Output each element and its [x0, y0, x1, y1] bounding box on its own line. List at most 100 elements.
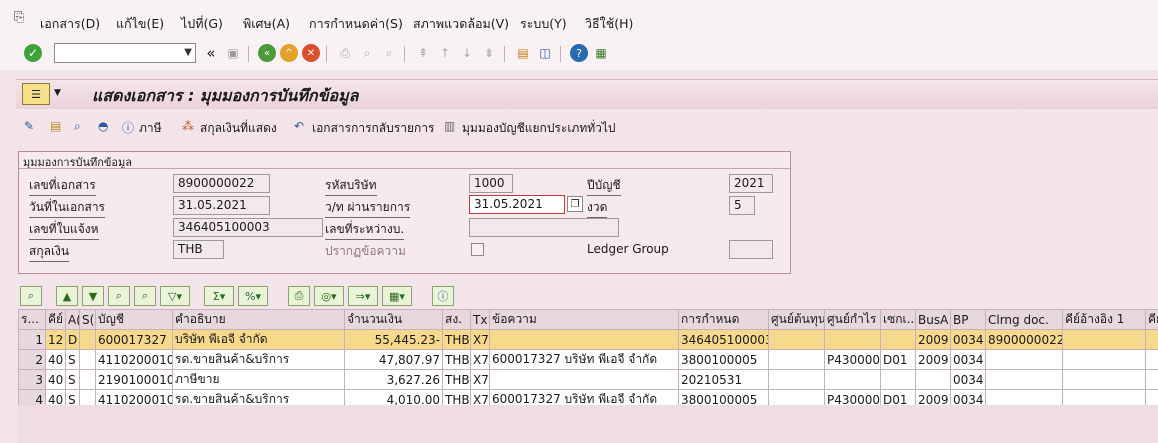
table-cell[interactable]: S [65, 369, 80, 390]
table-cell[interactable] [880, 329, 916, 350]
table-cell[interactable]: บริษัท พีเอจี จำกัด [172, 329, 345, 350]
fiscal-year-field[interactable]: 2021 [729, 174, 773, 193]
doc-date-field[interactable]: 31.05.2021 [173, 196, 270, 215]
table-cell[interactable]: 2009 [915, 349, 951, 370]
first-page-icon[interactable]: ⇞ [414, 44, 432, 62]
column-header[interactable]: บัญชี [95, 309, 173, 330]
column-header[interactable]: คีย์ [45, 309, 66, 330]
table-cell[interactable]: 3,627.26 [344, 369, 443, 390]
table-cell[interactable]: 600017327 [95, 329, 173, 350]
column-header[interactable]: การกำหนด [678, 309, 769, 330]
menu-edit[interactable]: แก้ไข(E) [116, 14, 164, 34]
print-icon[interactable]: ⎙ [288, 286, 310, 306]
search-icon[interactable]: ⌕ [74, 119, 81, 134]
column-header[interactable]: เซกเ... [880, 309, 916, 330]
column-header[interactable]: คำอธิบาย [172, 309, 345, 330]
menu-document[interactable]: เอกสาร(D) [40, 14, 100, 34]
table-cell[interactable] [880, 369, 916, 390]
table-cell[interactable] [79, 369, 96, 390]
posting-date-field[interactable]: 31.05.2021 [469, 195, 565, 214]
ledger-group-field[interactable] [729, 240, 773, 259]
new-session-icon[interactable]: ▤ [514, 44, 532, 62]
find-next-icon[interactable]: ⌕ [380, 44, 398, 62]
table-cell[interactable]: 20210531 [678, 369, 769, 390]
column-header[interactable]: สง. [442, 309, 471, 330]
table-cell[interactable]: 2 [18, 349, 46, 370]
table-cell[interactable]: 55,445.23- [344, 329, 443, 350]
table-row[interactable]: 2 40 S 4110200010 รด.ขายสินค้า&บริการ 47,807.… [18, 349, 1158, 370]
subtotal-icon[interactable]: %▾ [238, 286, 268, 306]
hat-icon[interactable]: ◓ [98, 119, 108, 133]
table-cell[interactable]: 2190100010 [95, 369, 173, 390]
table-cell[interactable]: 0034 [950, 329, 986, 350]
table-cell[interactable] [79, 329, 96, 350]
display-currency-button[interactable]: สกุลเงินที่แสดง [200, 119, 277, 138]
column-header[interactable]: A( [65, 309, 80, 330]
column-header[interactable]: BP [950, 309, 986, 330]
table-cell[interactable] [824, 369, 881, 390]
reference-field[interactable]: 346405100003 [173, 218, 323, 237]
exit-icon[interactable]: ^ [280, 44, 298, 62]
table-cell[interactable] [1062, 369, 1146, 390]
currency-field[interactable]: THB [173, 240, 224, 259]
ledger-view-icon[interactable]: ▥ [444, 119, 455, 133]
cancel-icon[interactable]: ✕ [302, 44, 320, 62]
table-cell[interactable] [489, 369, 679, 390]
table-cell[interactable]: THB [442, 349, 471, 370]
find-icon[interactable]: ⌕ [108, 286, 130, 306]
previous-page-icon[interactable]: ↑ [436, 44, 454, 62]
chevron-down-icon[interactable]: ▼ [54, 88, 61, 98]
table-cell[interactable]: D [65, 329, 80, 350]
table-cell[interactable]: S [65, 349, 80, 370]
info-icon[interactable]: ⓘ [122, 119, 134, 136]
views-icon[interactable]: ◎▾ [314, 286, 344, 306]
export-icon[interactable]: ⇒▾ [348, 286, 378, 306]
table-cell[interactable] [985, 369, 1063, 390]
table-cell[interactable] [768, 329, 825, 350]
table-cell[interactable]: รด.ขายสินค้า&บริการ [172, 349, 345, 370]
cross-company-field[interactable] [469, 218, 619, 237]
column-header[interactable]: BusA [915, 309, 951, 330]
company-code-field[interactable]: 1000 [469, 174, 513, 193]
table-cell[interactable] [1145, 369, 1158, 390]
menu-system[interactable]: ระบบ(Y) [520, 14, 567, 34]
table-cell[interactable]: 1 [18, 329, 46, 350]
column-header[interactable]: คีย์อ้างอิง 1 [1062, 309, 1146, 330]
table-cell[interactable] [915, 369, 951, 390]
collapse-arrows-icon[interactable]: « [202, 44, 220, 62]
period-field[interactable]: 5 [729, 196, 755, 215]
next-page-icon[interactable]: ↓ [458, 44, 476, 62]
column-header[interactable]: ร... [18, 309, 46, 330]
save-icon[interactable]: ▣ [224, 44, 242, 62]
last-page-icon[interactable]: ⇟ [480, 44, 498, 62]
back-icon[interactable]: « [258, 44, 276, 62]
table-cell[interactable]: 600017327 บริษัท พีเอจี จำกัด [489, 349, 679, 370]
sum-icon[interactable]: Σ▾ [204, 286, 234, 306]
table-cell[interactable]: 12 [45, 329, 66, 350]
table-cell[interactable]: X7 [470, 349, 490, 370]
table-cell[interactable] [768, 369, 825, 390]
table-cell[interactable]: 40 [45, 369, 66, 390]
table-cell[interactable]: 3800100005 [678, 349, 769, 370]
table-cell[interactable]: THB [442, 329, 471, 350]
column-header[interactable]: Tx [470, 309, 490, 330]
table-cell[interactable] [1145, 349, 1158, 370]
table-cell[interactable]: 2009 [915, 329, 951, 350]
table-cell[interactable]: X7 [470, 329, 490, 350]
reverse-icon[interactable]: ↶ [294, 119, 304, 133]
tax-button[interactable]: ภาษี [139, 119, 162, 138]
menu-button-icon[interactable]: ☰ [22, 83, 50, 105]
table-cell[interactable]: P430000 [824, 349, 881, 370]
table-cell[interactable]: 8900000022 [985, 329, 1063, 350]
menu-environment[interactable]: สภาพแวดล้อม(V) [413, 14, 509, 34]
reversal-document-button[interactable]: เอกสารการกลับรายการ [312, 119, 434, 138]
table-cell[interactable] [824, 329, 881, 350]
table-cell[interactable]: 40 [45, 349, 66, 370]
table-row[interactable]: 3 40 S 2190100010 ภาษีขาย 3,627.26 THB X7 202105… [18, 369, 1158, 390]
sort-descending-icon[interactable]: ▼ [82, 286, 104, 306]
document-overview-icon[interactable]: ▤ [50, 119, 61, 133]
table-cell[interactable]: 4110200010 [95, 349, 173, 370]
table-cell[interactable] [985, 349, 1063, 370]
menu-goto[interactable]: ไปที่(G) [181, 14, 223, 34]
menu-extras[interactable]: พิเศษ(A) [243, 14, 290, 34]
